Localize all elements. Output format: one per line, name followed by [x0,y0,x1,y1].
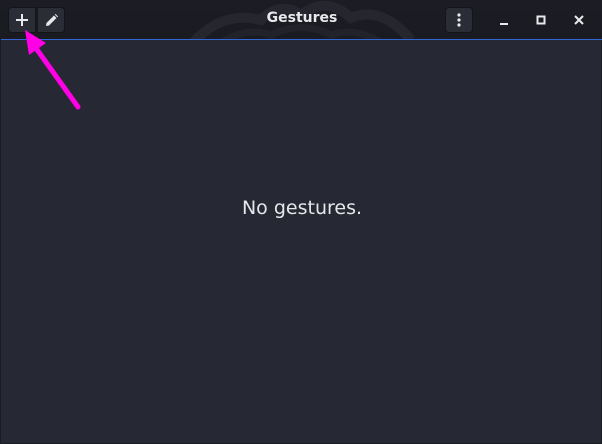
header-bar: Gestures [1,0,602,40]
main-menu-button[interactable] [445,7,473,33]
vertical-ellipsis-icon [457,13,461,27]
gestures-list-area: No gestures. [1,40,602,444]
maximize-icon [536,15,546,25]
minimize-button[interactable] [492,8,516,32]
gestures-window: Gestures No gestures. [0,0,602,444]
close-button[interactable] [567,8,591,32]
close-icon [574,15,584,25]
minimize-icon [500,23,508,25]
maximize-button[interactable] [529,8,553,32]
empty-state-label: No gestures. [241,197,363,219]
